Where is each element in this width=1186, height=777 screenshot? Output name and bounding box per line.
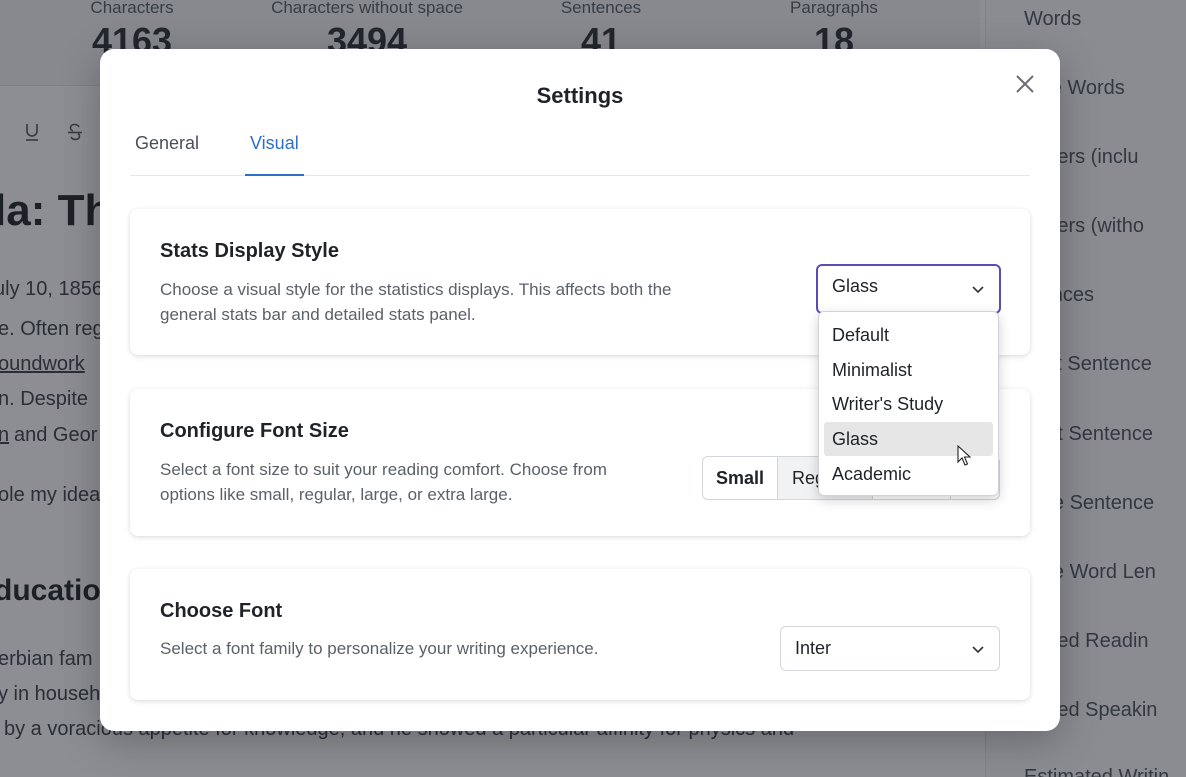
modal-title: Settings bbox=[536, 83, 624, 108]
font-size-small-button[interactable]: Small bbox=[703, 457, 778, 499]
settings-modal: Settings General Visual Stats Display St… bbox=[100, 49, 1060, 731]
option-default[interactable]: Default bbox=[824, 318, 993, 352]
close-icon bbox=[1016, 75, 1034, 93]
description-line: options like small, regular, large, or e… bbox=[160, 485, 513, 504]
chevron-down-icon bbox=[972, 286, 984, 294]
font-select[interactable]: Inter bbox=[780, 626, 1000, 671]
stats-style-dropdown: Default Minimalist Writer's Study Glass … bbox=[818, 311, 999, 496]
stats-style-select[interactable]: Glass bbox=[816, 264, 1001, 314]
tab-general[interactable]: General bbox=[130, 133, 204, 176]
card-title: Choose Font bbox=[160, 600, 283, 622]
select-value: Inter bbox=[795, 638, 832, 658]
chevron-down-icon bbox=[972, 646, 984, 654]
settings-tabs: General Visual bbox=[130, 129, 1030, 176]
card-title: Configure Font Size bbox=[160, 420, 349, 442]
card-description: Choose a visual style for the statistics… bbox=[160, 277, 672, 327]
card-description: Select a font family to personalize your… bbox=[160, 639, 599, 658]
close-button[interactable] bbox=[1012, 71, 1038, 97]
card-title: Stats Display Style bbox=[160, 240, 339, 262]
option-minimalist[interactable]: Minimalist bbox=[824, 353, 993, 387]
description-line: general stats bar and detailed stats pan… bbox=[160, 305, 476, 324]
mouse-cursor-icon bbox=[957, 445, 971, 466]
card-description: Select a font size to suit your reading … bbox=[160, 457, 607, 507]
description-line: Choose a visual style for the statistics… bbox=[160, 280, 672, 299]
description-line: Select a font size to suit your reading … bbox=[160, 460, 607, 479]
select-value: Glass bbox=[832, 276, 879, 296]
option-writers-study[interactable]: Writer's Study bbox=[824, 387, 993, 421]
tab-visual[interactable]: Visual bbox=[245, 133, 304, 176]
